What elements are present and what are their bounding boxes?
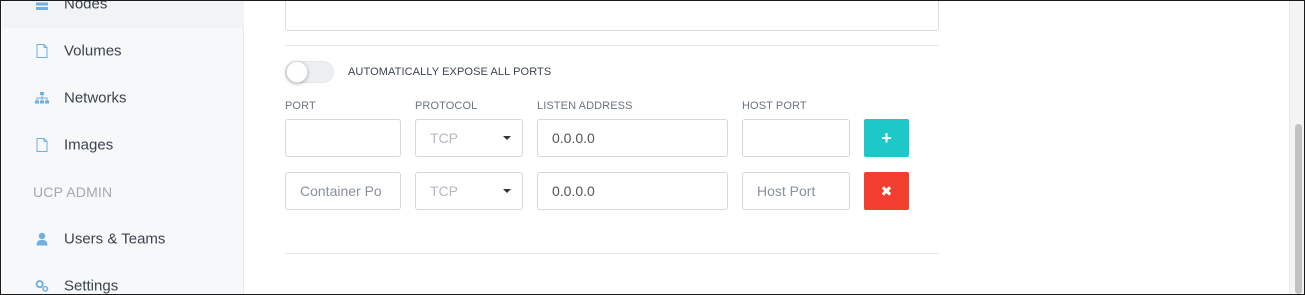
- divider: [285, 45, 939, 46]
- plus-icon: +: [881, 127, 892, 148]
- listen-address-input[interactable]: 0.0.0.0: [537, 172, 728, 210]
- sidebar-item-label: Nodes: [64, 0, 108, 13]
- protocol-value: TCP: [430, 183, 458, 199]
- expose-ports-label: AUTOMATICALLY EXPOSE ALL PORTS: [348, 66, 552, 78]
- sidebar-item-label: Volumes: [64, 42, 122, 60]
- remove-port-button[interactable]: ✖: [864, 172, 909, 210]
- caret-down-icon: [503, 136, 511, 140]
- divider: [285, 253, 939, 254]
- column-header-port: PORT: [285, 100, 316, 112]
- close-icon: ✖: [880, 182, 893, 199]
- sidebar-item-networks[interactable]: Networks: [2, 78, 244, 118]
- sidebar-item-settings[interactable]: Settings: [2, 266, 244, 295]
- sidebar-item-images[interactable]: Images: [2, 125, 244, 165]
- sidebar: Nodes Volumes Networks Images UCP ADMIN: [2, 0, 244, 295]
- sidebar-item-label: Users & Teams: [64, 230, 166, 248]
- add-port-button[interactable]: +: [864, 119, 909, 157]
- main-content: AUTOMATICALLY EXPOSE ALL PORTS PORT PROT…: [244, 1, 1289, 294]
- sidebar-item-volumes[interactable]: Volumes: [2, 31, 244, 71]
- file-icon: [35, 138, 49, 152]
- sidebar-item-label: Images: [64, 136, 114, 154]
- sidebar-item-label: Settings: [64, 277, 119, 295]
- vertical-scrollbar[interactable]: [1289, 1, 1304, 294]
- command-textarea[interactable]: [285, 1, 939, 31]
- container-port-input[interactable]: [285, 119, 401, 157]
- protocol-select[interactable]: TCP: [415, 172, 523, 210]
- protocol-select[interactable]: TCP: [415, 119, 523, 157]
- sidebar-item-users-teams[interactable]: Users & Teams: [2, 219, 244, 259]
- column-header-host-port: HOST PORT: [742, 100, 807, 112]
- host-port-input[interactable]: Host Port: [742, 172, 850, 210]
- nodes-icon: [35, 1, 49, 11]
- scrollbar-thumb[interactable]: [1295, 124, 1302, 294]
- file-icon: [35, 44, 49, 58]
- gears-icon: [35, 279, 49, 293]
- toggle-knob: [286, 61, 308, 83]
- user-icon: [35, 232, 49, 246]
- column-header-listen-address: LISTEN ADDRESS: [537, 100, 633, 112]
- network-icon: [35, 91, 49, 105]
- protocol-value: TCP: [430, 130, 458, 146]
- column-header-protocol: PROTOCOL: [415, 100, 478, 112]
- section-header-ucp-admin: UCP ADMIN: [33, 184, 113, 200]
- sidebar-item-nodes[interactable]: Nodes: [2, 0, 244, 24]
- container-port-input[interactable]: Container Po: [285, 172, 401, 210]
- sidebar-item-label: Networks: [64, 89, 127, 107]
- listen-address-input[interactable]: 0.0.0.0: [537, 119, 728, 157]
- app-window: Nodes Volumes Networks Images UCP ADMIN: [0, 0, 1305, 295]
- host-port-input[interactable]: [742, 119, 850, 157]
- caret-down-icon: [503, 189, 511, 193]
- expose-ports-toggle[interactable]: [285, 61, 334, 83]
